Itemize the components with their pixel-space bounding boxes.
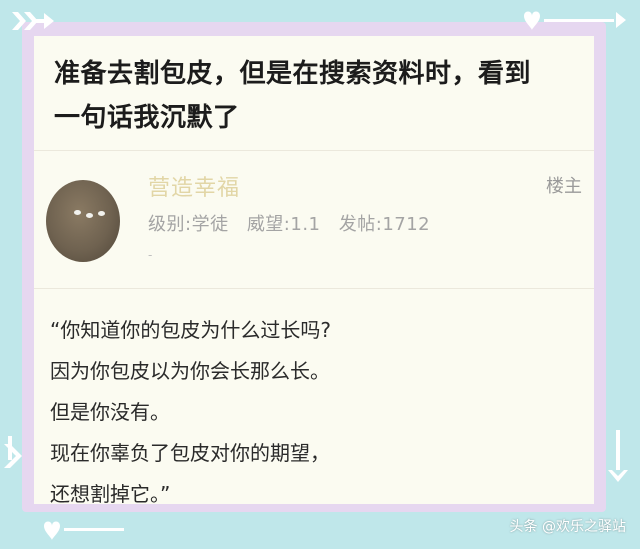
author-extra: - [148, 248, 153, 262]
avatar[interactable] [46, 180, 120, 262]
post-body-line: 还想割掉它。” [50, 482, 171, 504]
op-badge: 楼主 [546, 176, 582, 197]
post-body-line: 因为你包皮以为你会长那么长。 [50, 359, 330, 383]
post-body-line: 但是你没有。 [50, 400, 170, 424]
username[interactable]: 营造幸福 [148, 170, 240, 202]
heart-ornament-icon [44, 521, 124, 540]
arrow-ornament-icon [12, 12, 54, 30]
arrow-ornament-icon [608, 430, 628, 482]
post-body-line: 现在你辜负了包皮对你的期望， [50, 441, 330, 465]
level-label: 级别:学徒 [148, 214, 229, 235]
post-body-line: “你知道你的包皮为什么过长吗? [50, 318, 331, 342]
post-body: “你知道你的包皮为什么过长吗? 因为你包皮以为你会长那么长。 但是你没有。 现在… [50, 310, 580, 504]
heart-ornament-icon [524, 11, 626, 30]
post-title: 准备去割包皮，但是在搜索资料时，看到 一句话我沉默了 [54, 52, 582, 140]
post-title-line: 准备去割包皮，但是在搜索资料时，看到 [54, 59, 532, 89]
post-card: 准备去割包皮，但是在搜索资料时，看到 一句话我沉默了 营造幸福 楼主 级别:学徒… [34, 36, 594, 504]
divider [34, 288, 594, 289]
post-title-line: 一句话我沉默了 [54, 103, 240, 133]
divider [34, 150, 594, 151]
reputation-label: 威望:1.1 [246, 214, 321, 235]
source-watermark: 头条 @欢乐之驿站 [509, 519, 626, 535]
posts-count-label: 发帖:1712 [338, 214, 431, 235]
author-meta: 级别:学徒 威望:1.1 发帖:1712 [148, 210, 442, 236]
